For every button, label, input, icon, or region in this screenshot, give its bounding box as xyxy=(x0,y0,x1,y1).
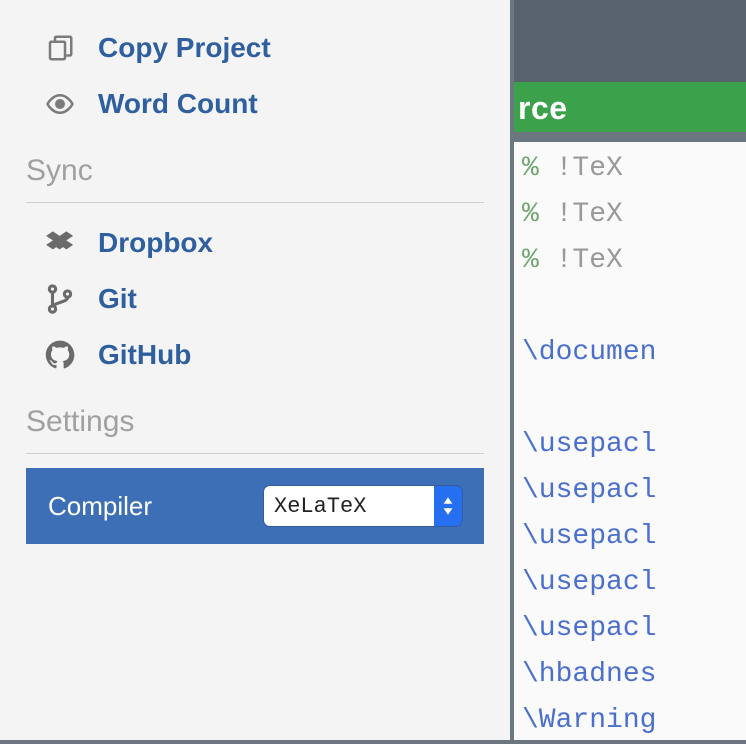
code-editor[interactable]: % !TeX % !TeX % !TeX \documen \usepacl \… xyxy=(514,142,746,740)
code-line: \documen xyxy=(518,330,746,376)
project-menu-sidebar: Copy Project Word Count Sync Dropbox xyxy=(0,0,510,740)
code-line: \hbadnes xyxy=(518,652,746,698)
code-line: \usepacl xyxy=(518,560,746,606)
copy-project-item[interactable]: Copy Project xyxy=(26,20,484,76)
divider xyxy=(26,202,484,203)
git-item[interactable]: Git xyxy=(26,271,484,327)
git-branch-icon xyxy=(44,284,76,314)
code-line xyxy=(518,376,746,422)
dropbox-item[interactable]: Dropbox xyxy=(26,215,484,271)
menu-item-label: Dropbox xyxy=(98,227,213,259)
code-line: \usepacl xyxy=(518,606,746,652)
code-line: \usepacl xyxy=(518,514,746,560)
settings-heading: Settings xyxy=(26,383,484,445)
code-line: \Warning xyxy=(518,698,746,744)
menu-item-label: Word Count xyxy=(98,88,258,120)
code-line: % !TeX xyxy=(518,146,746,192)
compiler-select[interactable]: XeLaTeX xyxy=(264,486,462,526)
compiler-row: Compiler XeLaTeX xyxy=(26,468,484,544)
editor-tab-label: rce xyxy=(518,90,568,126)
code-line: \usepacl xyxy=(518,422,746,468)
code-line: % !TeX xyxy=(518,238,746,284)
github-icon xyxy=(44,340,76,370)
menu-item-label: Copy Project xyxy=(98,32,271,64)
code-line xyxy=(518,284,746,330)
editor-topbar xyxy=(514,0,746,82)
menu-item-label: Git xyxy=(98,283,137,315)
editor-gap xyxy=(514,132,746,142)
compiler-label: Compiler xyxy=(48,491,152,522)
sync-heading: Sync xyxy=(26,132,484,194)
menu-item-label: GitHub xyxy=(98,339,191,371)
compiler-select-value: XeLaTeX xyxy=(264,486,434,526)
divider xyxy=(26,453,484,454)
word-count-item[interactable]: Word Count xyxy=(26,76,484,132)
code-line: % !TeX xyxy=(518,192,746,238)
editor-area: rce % !TeX % !TeX % !TeX \documen \usepa… xyxy=(514,0,746,740)
copy-icon xyxy=(44,33,76,63)
dropbox-icon xyxy=(44,228,76,258)
github-item[interactable]: GitHub xyxy=(26,327,484,383)
editor-tab-source[interactable]: rce xyxy=(514,82,746,135)
code-line: \usepacl xyxy=(518,468,746,514)
chevron-updown-icon xyxy=(434,486,462,526)
eye-icon xyxy=(44,89,76,119)
